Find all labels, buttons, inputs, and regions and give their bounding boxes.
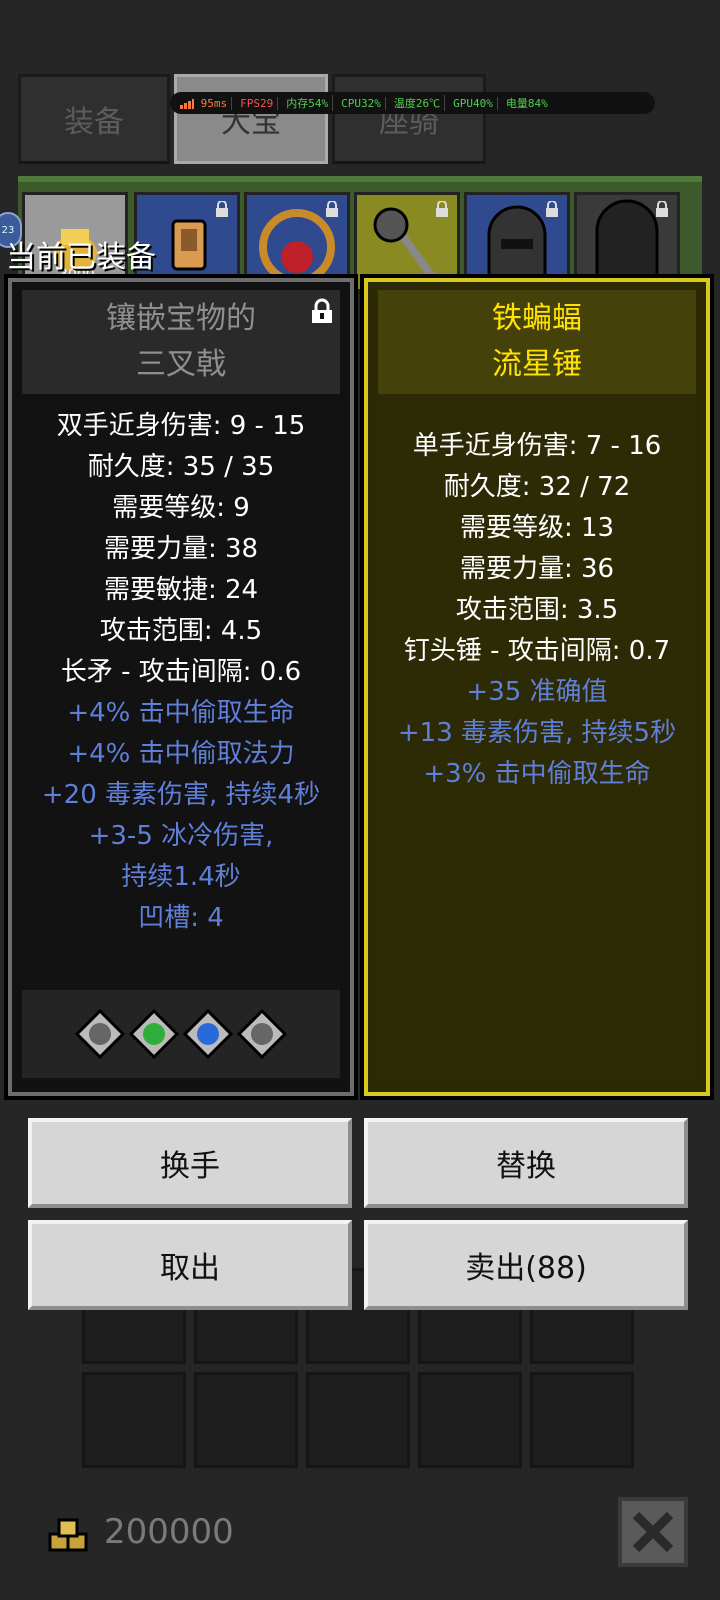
grey-gem-icon [237, 1009, 287, 1059]
tab-equipment[interactable]: 装备 [18, 74, 170, 164]
item-name-line2: 三叉戟 [136, 347, 226, 382]
item-title: 铁蝙蝠 流星锤 [378, 290, 696, 394]
item-stats: 单手近身伤害: 7 - 16 耐久度: 32 / 72 需要等级: 13 需要力… [378, 394, 696, 1078]
item-name-line2: 流星锤 [492, 347, 582, 382]
grey-gem-icon [75, 1009, 125, 1059]
item-slot-amulet[interactable] [244, 192, 350, 292]
socket-gems [22, 990, 340, 1078]
equipped-item-panel: 镶嵌宝物的 三叉戟 双手近身伤害: 9 - 15 耐久度: 35 / 35 需要… [4, 274, 358, 1100]
magic-stat-line: +4% 击中偷取法力 [67, 739, 295, 769]
equipped-label: 当前已装备 [6, 240, 156, 275]
magic-stat-line: +3-5 冰冷伤害, [88, 821, 274, 851]
take-out-button[interactable]: 取出 [28, 1220, 352, 1310]
stat-line: 单手近身伤害: 7 - 16 [412, 431, 662, 461]
inventory-slot[interactable] [194, 1372, 298, 1468]
inventory-slot[interactable] [530, 1372, 634, 1468]
stat-line: 攻击范围: 3.5 [455, 595, 619, 625]
item-name-line1: 铁蝙蝠 [492, 301, 582, 336]
gpu-readout: GPU40% [449, 96, 498, 110]
magic-stat-line: 持续1.4秒 [121, 862, 241, 892]
inventory-slot[interactable] [82, 1372, 186, 1468]
inventory-slot[interactable] [418, 1372, 522, 1468]
stat-line: 双手近身伤害: 9 - 15 [56, 411, 306, 441]
item-slot-helmet[interactable] [464, 192, 570, 292]
magic-stat-line: +35 准确值 [466, 677, 608, 707]
fps-readout: FPS29 [236, 96, 279, 110]
performance-overlay: 95ms FPS29 内存54% CPU32% 温度26℃ GPU40% 电量8… [170, 92, 655, 114]
close-button[interactable] [618, 1497, 688, 1567]
item-slot-mace[interactable] [354, 192, 460, 292]
item-title: 镶嵌宝物的 三叉戟 [22, 290, 340, 394]
gold-amount: 200000 [104, 1512, 234, 1552]
replace-button[interactable]: 替换 [364, 1118, 688, 1208]
swap-hand-button[interactable]: 换手 [28, 1118, 352, 1208]
stat-line: 需要等级: 13 [459, 513, 615, 543]
temperature-readout: 温度26℃ [390, 95, 446, 111]
battery-readout: 电量84% [505, 97, 548, 110]
lock-icon [216, 201, 228, 217]
lock-icon [546, 201, 558, 217]
green-gem-icon [129, 1009, 179, 1059]
stat-line: 钉头锤 - 攻击间隔: 0.7 [403, 636, 671, 666]
signal-icon [180, 98, 194, 109]
item-slot-armor[interactable] [574, 192, 680, 292]
tab-treasure[interactable]: 大宝 [174, 74, 328, 164]
magic-stat-line: +20 毒素伤害, 持续4秒 [41, 780, 321, 810]
stat-line: 需要等级: 9 [112, 493, 250, 523]
stat-line: 需要力量: 38 [103, 534, 259, 564]
selected-item-panel: 铁蝙蝠 流星锤 单手近身伤害: 7 - 16 耐久度: 32 / 72 需要等级… [360, 274, 714, 1100]
blue-gem-icon [183, 1009, 233, 1059]
gold-coins-icon [48, 1518, 88, 1552]
close-icon [632, 1511, 674, 1553]
stat-line: 需要力量: 36 [459, 554, 615, 584]
cpu-readout: CPU32% [337, 96, 386, 110]
lock-icon[interactable] [310, 298, 334, 324]
lock-icon [436, 201, 448, 217]
stat-line: 耐久度: 35 / 35 [87, 452, 275, 482]
item-stats: 双手近身伤害: 9 - 15 耐久度: 35 / 35 需要等级: 9 需要力量… [22, 394, 340, 1078]
magic-stat-line: +3% 击中偷取生命 [423, 759, 651, 789]
magic-stat-line: 凹槽: 4 [138, 903, 224, 933]
tab-mount[interactable]: 座骑 [332, 74, 486, 164]
ping-readout: 95ms [176, 96, 233, 110]
sell-button[interactable]: 卖出(88) [364, 1220, 688, 1310]
lock-icon [326, 201, 338, 217]
memory-readout: 内存54% [282, 95, 334, 111]
inventory-slot[interactable] [306, 1372, 410, 1468]
magic-stat-line: +4% 击中偷取生命 [67, 698, 295, 728]
stat-line: 需要敏捷: 24 [103, 575, 259, 605]
item-name-line1: 镶嵌宝物的 [106, 301, 256, 336]
stat-line: 攻击范围: 4.5 [99, 616, 263, 646]
magic-stat-line: +13 毒素伤害, 持续5秒 [397, 718, 677, 748]
stat-line: 长矛 - 攻击间隔: 0.6 [60, 657, 302, 687]
stat-line: 耐久度: 32 / 72 [443, 472, 631, 502]
lock-icon [656, 201, 668, 217]
